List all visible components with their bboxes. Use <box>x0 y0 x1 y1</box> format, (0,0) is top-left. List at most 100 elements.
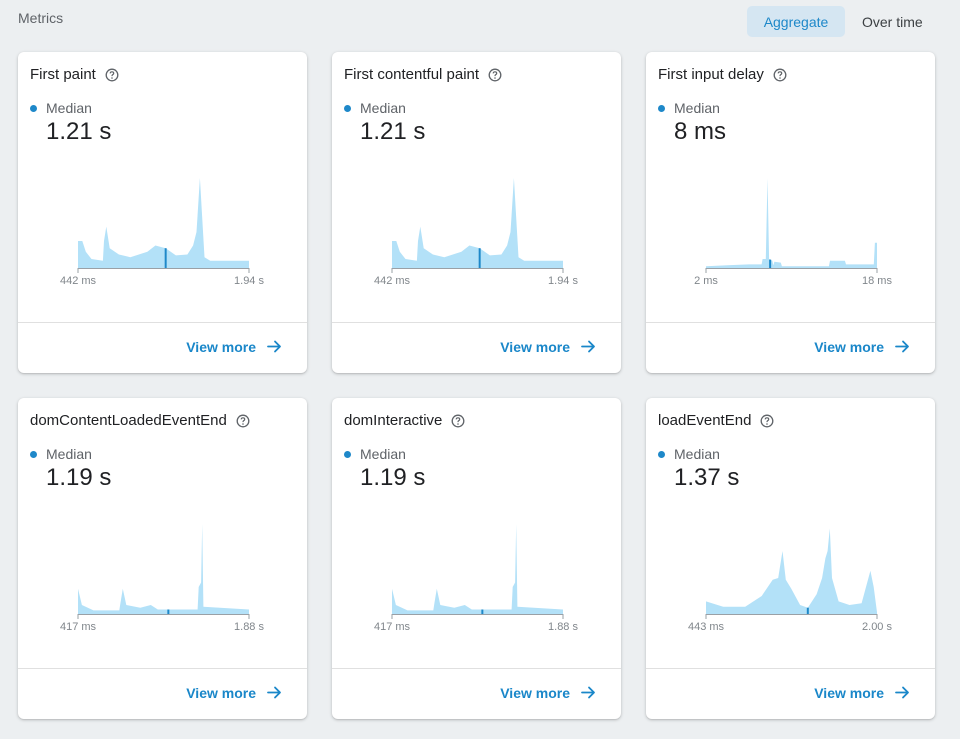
section-label: Metrics <box>18 10 64 26</box>
median-dot <box>30 450 37 458</box>
card-divider <box>18 668 307 669</box>
x-min-label: 417 ms <box>60 621 97 633</box>
distribution-chart: 443 ms 2.00 s <box>688 528 892 633</box>
card-divider <box>646 668 935 669</box>
median-legend: Median <box>344 100 406 116</box>
view-more-link[interactable]: View more <box>814 684 911 701</box>
median-legend: Median <box>658 100 720 116</box>
x-min-label: 2 ms <box>694 275 718 287</box>
median-dot <box>344 450 351 458</box>
plot-area <box>391 524 564 619</box>
distribution-area <box>392 524 563 614</box>
help-icon[interactable] <box>236 414 250 428</box>
distribution-area <box>706 178 877 268</box>
plot-area <box>77 524 250 619</box>
x-max-label: 1.94 s <box>548 275 578 287</box>
median-value: 8 ms <box>674 118 727 145</box>
metric-title: First paint <box>30 66 96 83</box>
median-legend: Median <box>30 446 92 462</box>
arrow-right-icon <box>895 340 909 353</box>
plot-area <box>77 178 250 273</box>
view-more-label: View more <box>814 684 884 701</box>
distribution-chart: 417 ms 1.88 s <box>374 524 578 633</box>
median-value: 1.19 s <box>360 464 426 491</box>
card-divider <box>18 322 307 323</box>
arrow-right-icon <box>895 686 909 699</box>
view-more-label: View more <box>186 684 256 701</box>
metric-title: First input delay <box>658 66 764 83</box>
metric-title: loadEventEnd <box>658 412 752 429</box>
distribution-chart: 442 ms 1.94 s <box>60 178 264 287</box>
median-label: Median <box>360 446 406 462</box>
help-icon[interactable] <box>105 68 119 82</box>
view-more-label: View more <box>186 338 256 355</box>
metric-title: domInteractive <box>344 412 443 429</box>
view-more-link[interactable]: View more <box>186 338 283 355</box>
median-label: Median <box>46 100 92 116</box>
metric-card: First paint Median 1.21 s 442 ms 1.94 s … <box>18 52 307 373</box>
card-title-row: First contentful paint <box>344 66 502 83</box>
x-max-label: 2.00 s <box>862 621 892 633</box>
metric-title: First contentful paint <box>344 66 480 83</box>
help-icon[interactable] <box>451 414 465 428</box>
x-min-label: 417 ms <box>374 621 411 633</box>
median-value: 1.19 s <box>46 464 112 491</box>
x-max-label: 1.88 s <box>234 621 264 633</box>
median-legend: Median <box>658 446 720 462</box>
median-dot <box>658 104 665 112</box>
metric-card: domContentLoadedEventEnd Median 1.19 s 4… <box>18 398 307 719</box>
distribution-chart: 417 ms 1.88 s <box>60 524 264 633</box>
arrow-right-icon <box>267 340 281 353</box>
metric-card: First contentful paint Median 1.21 s 442… <box>332 52 621 373</box>
median-label: Median <box>674 100 720 116</box>
distribution-area <box>78 524 249 614</box>
distribution-area <box>392 178 563 268</box>
x-min-label: 443 ms <box>688 621 725 633</box>
view-more-link[interactable]: View more <box>186 684 283 701</box>
metric-card: domInteractive Median 1.19 s 417 ms 1.88… <box>332 398 621 719</box>
distribution-area <box>706 528 877 614</box>
over-time-tab[interactable]: Over time <box>847 6 938 37</box>
card-title-row: First input delay <box>658 66 787 83</box>
card-title-row: loadEventEnd <box>658 412 774 429</box>
x-max-label: 1.94 s <box>234 275 264 287</box>
help-icon[interactable] <box>488 68 502 82</box>
card-title-row: First paint <box>30 66 119 83</box>
x-min-label: 442 ms <box>374 275 411 287</box>
card-divider <box>332 668 621 669</box>
median-legend: Median <box>344 446 406 462</box>
help-icon[interactable] <box>773 68 787 82</box>
help-icon[interactable] <box>760 414 774 428</box>
view-toggle: Aggregate Over time <box>747 6 938 37</box>
distribution-area <box>78 178 249 268</box>
arrow-right-icon <box>581 686 595 699</box>
distribution-chart: 2 ms 18 ms <box>694 178 892 287</box>
x-max-label: 18 ms <box>862 275 892 287</box>
median-legend: Median <box>30 100 92 116</box>
card-title-row: domInteractive <box>344 412 465 429</box>
median-dot <box>344 104 351 112</box>
distribution-chart: 442 ms 1.94 s <box>374 178 578 287</box>
card-title-row: domContentLoadedEventEnd <box>30 412 250 429</box>
metric-card: First input delay Median 8 ms 2 ms 18 ms… <box>646 52 935 373</box>
view-more-label: View more <box>814 338 884 355</box>
aggregate-tab[interactable]: Aggregate <box>747 6 845 37</box>
view-more-label: View more <box>500 684 570 701</box>
median-dot <box>30 104 37 112</box>
arrow-right-icon <box>581 340 595 353</box>
median-value: 1.37 s <box>674 464 740 491</box>
median-value: 1.21 s <box>46 118 112 145</box>
view-more-link[interactable]: View more <box>814 338 911 355</box>
median-label: Median <box>360 100 406 116</box>
median-dot <box>658 450 665 458</box>
card-divider <box>646 322 935 323</box>
card-divider <box>332 322 621 323</box>
x-max-label: 1.88 s <box>548 621 578 633</box>
plot-area <box>705 178 878 273</box>
median-value: 1.21 s <box>360 118 426 145</box>
view-more-link[interactable]: View more <box>500 684 597 701</box>
plot-area <box>391 178 564 273</box>
x-min-label: 442 ms <box>60 275 97 287</box>
view-more-link[interactable]: View more <box>500 338 597 355</box>
metric-card: loadEventEnd Median 1.37 s 443 ms 2.00 s… <box>646 398 935 719</box>
